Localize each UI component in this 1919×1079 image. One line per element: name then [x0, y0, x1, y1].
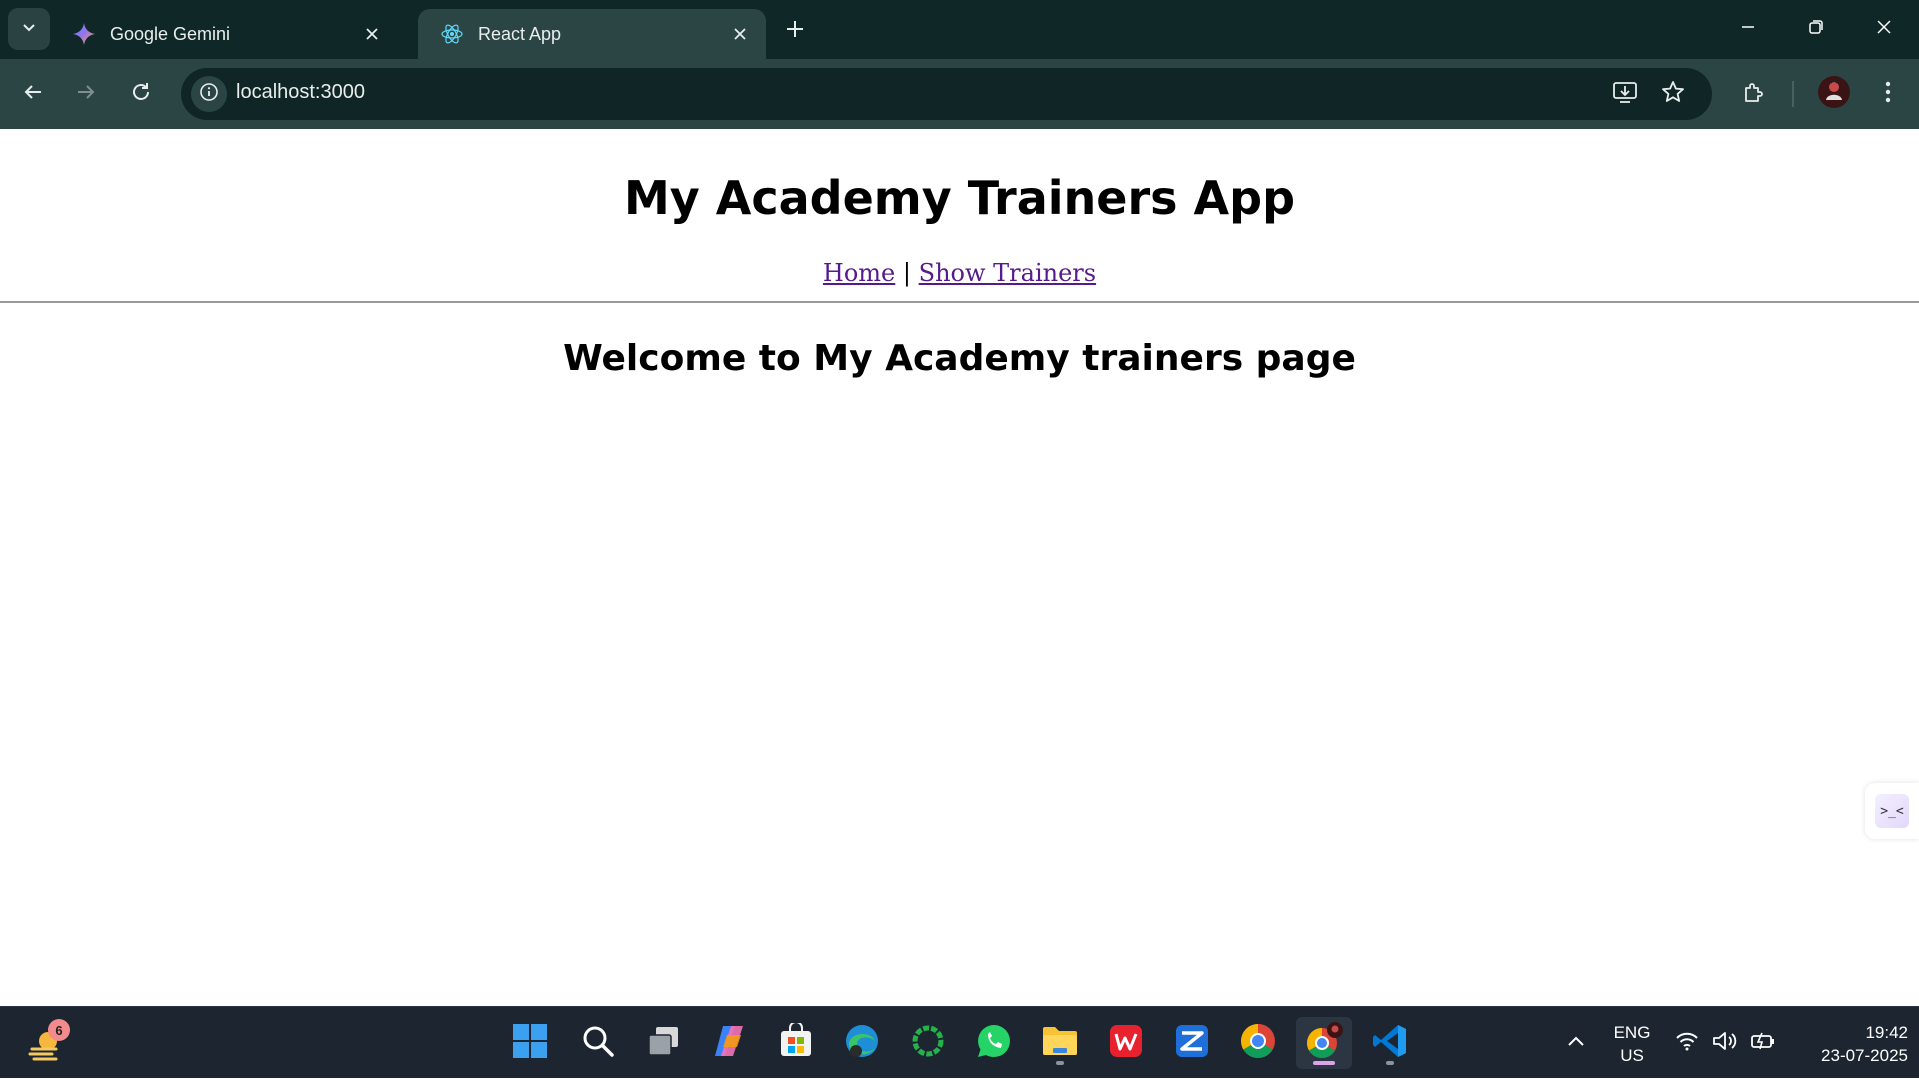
info-icon — [199, 82, 219, 107]
welcome-heading: Welcome to My Academy trainers page — [563, 338, 1356, 379]
windows-taskbar: 6 ENG US 19:42 23-07-2025 — [0, 1006, 1919, 1078]
star-icon — [1661, 80, 1685, 109]
taskbar-green-ring-app[interactable] — [900, 1017, 956, 1069]
running-indicator — [1056, 1061, 1064, 1065]
avatar-icon — [1822, 78, 1846, 107]
copilot-icon — [711, 1023, 749, 1064]
start-button[interactable] — [502, 1017, 558, 1069]
forward-button[interactable] — [66, 74, 106, 114]
url-text: localhost:3000 — [236, 81, 365, 103]
close-window-button[interactable] — [1850, 0, 1918, 58]
new-tab-button[interactable] — [778, 14, 812, 48]
install-app-button[interactable] — [1609, 78, 1641, 110]
windows-logo-icon — [512, 1023, 548, 1064]
show-hidden-icons-button[interactable] — [1562, 1007, 1590, 1079]
wps-icon — [1108, 1023, 1144, 1064]
tab-title: React App — [478, 23, 562, 44]
browser-menu-button[interactable] — [1867, 73, 1909, 115]
clock-date: 23-07-2025 — [1821, 1046, 1908, 1065]
tab-react-app[interactable]: React App — [418, 9, 766, 59]
extensions-button[interactable] — [1733, 73, 1775, 115]
toolbar-divider — [1792, 81, 1794, 107]
side-assistant-widget[interactable]: >_< — [1865, 783, 1919, 839]
gemini-icon — [72, 22, 96, 46]
task-view-button[interactable] — [636, 1017, 692, 1069]
back-button[interactable] — [13, 74, 53, 114]
language-indicator[interactable]: ENG US — [1610, 1021, 1654, 1067]
arrow-left-icon — [22, 81, 44, 108]
volume-icon — [1712, 1030, 1738, 1057]
running-indicator — [1386, 1061, 1394, 1065]
plus-icon — [786, 20, 804, 43]
chrome-icon — [1239, 1022, 1277, 1065]
arrow-right-icon — [75, 81, 97, 108]
weather-badge: 6 — [48, 1019, 70, 1041]
taskbar-copilot[interactable] — [702, 1017, 758, 1069]
wifi-status[interactable] — [1672, 1007, 1702, 1079]
reload-icon — [130, 81, 152, 108]
vscode-icon — [1371, 1022, 1409, 1065]
home-link[interactable]: Home — [823, 259, 895, 287]
chrome-profile-icon — [1304, 1021, 1344, 1066]
install-icon — [1612, 80, 1638, 109]
profile-avatar[interactable] — [1818, 76, 1850, 108]
kebab-menu-icon — [1885, 81, 1891, 108]
whatsapp-icon — [975, 1022, 1013, 1065]
taskbar-chrome-profile-active[interactable] — [1296, 1017, 1352, 1069]
assistant-face-icon: >_< — [1875, 794, 1909, 828]
site-info-button[interactable] — [191, 76, 227, 112]
search-icon — [581, 1024, 615, 1063]
system-clock[interactable]: 19:42 23-07-2025 — [1790, 1021, 1908, 1067]
react-icon — [440, 22, 464, 46]
minimize-button[interactable] — [1714, 0, 1782, 58]
task-view-icon — [646, 1023, 682, 1064]
wifi-icon — [1675, 1031, 1699, 1056]
browser-tab-strip: Google Gemini React App — [0, 0, 1919, 59]
close-tab-icon[interactable] — [358, 20, 386, 48]
taskbar-search-button[interactable] — [570, 1017, 626, 1069]
folder-icon — [1041, 1024, 1079, 1063]
taskbar-wps-office[interactable] — [1098, 1017, 1154, 1069]
taskbar-vscode[interactable] — [1362, 1017, 1418, 1069]
puzzle-icon — [1742, 80, 1766, 109]
horizontal-rule — [0, 301, 1919, 303]
tab-search-button[interactable] — [8, 8, 50, 50]
taskbar-blue-app[interactable] — [1164, 1017, 1220, 1069]
volume-status[interactable] — [1710, 1007, 1740, 1079]
taskbar-chrome[interactable] — [1230, 1017, 1286, 1069]
weather-icon — [26, 1032, 66, 1069]
show-trainers-link[interactable]: Show Trainers — [919, 259, 1096, 287]
language-line-2: US — [1620, 1046, 1644, 1065]
web-page: My Academy Trainers App Home | Show Trai… — [0, 129, 1919, 1006]
chevron-down-icon — [21, 19, 37, 40]
restore-button[interactable] — [1782, 0, 1850, 58]
tab-google-gemini[interactable]: Google Gemini — [50, 9, 398, 59]
close-tab-icon[interactable] — [726, 20, 754, 48]
nav-separator: | — [902, 259, 911, 287]
taskbar-file-explorer[interactable] — [1032, 1017, 1088, 1069]
minimize-icon — [1740, 19, 1756, 40]
green-ring-icon — [909, 1022, 947, 1065]
clock-time: 19:42 — [1865, 1023, 1908, 1042]
reload-button[interactable] — [121, 74, 161, 114]
edge-icon — [843, 1022, 881, 1065]
store-icon — [778, 1020, 814, 1064]
restore-icon — [1808, 19, 1824, 40]
active-indicator — [1313, 1061, 1335, 1065]
page-nav: Home | Show Trainers — [0, 259, 1919, 287]
taskbar-whatsapp[interactable] — [966, 1017, 1022, 1069]
page-title: My Academy Trainers App — [623, 171, 1296, 225]
blue-stripes-icon — [1174, 1023, 1210, 1064]
taskbar-edge[interactable] — [834, 1017, 890, 1069]
taskbar-microsoft-store[interactable] — [768, 1017, 824, 1069]
language-line-1: ENG — [1613, 1023, 1651, 1042]
chevron-up-icon — [1567, 1034, 1585, 1052]
browser-toolbar: localhost:3000 — [0, 59, 1919, 129]
bookmark-button[interactable] — [1657, 78, 1689, 110]
close-icon — [1876, 19, 1892, 40]
tab-title: Google Gemini — [110, 23, 231, 44]
battery-charging-icon — [1750, 1031, 1776, 1056]
address-bar[interactable]: localhost:3000 — [181, 68, 1712, 120]
battery-status[interactable] — [1748, 1007, 1778, 1079]
